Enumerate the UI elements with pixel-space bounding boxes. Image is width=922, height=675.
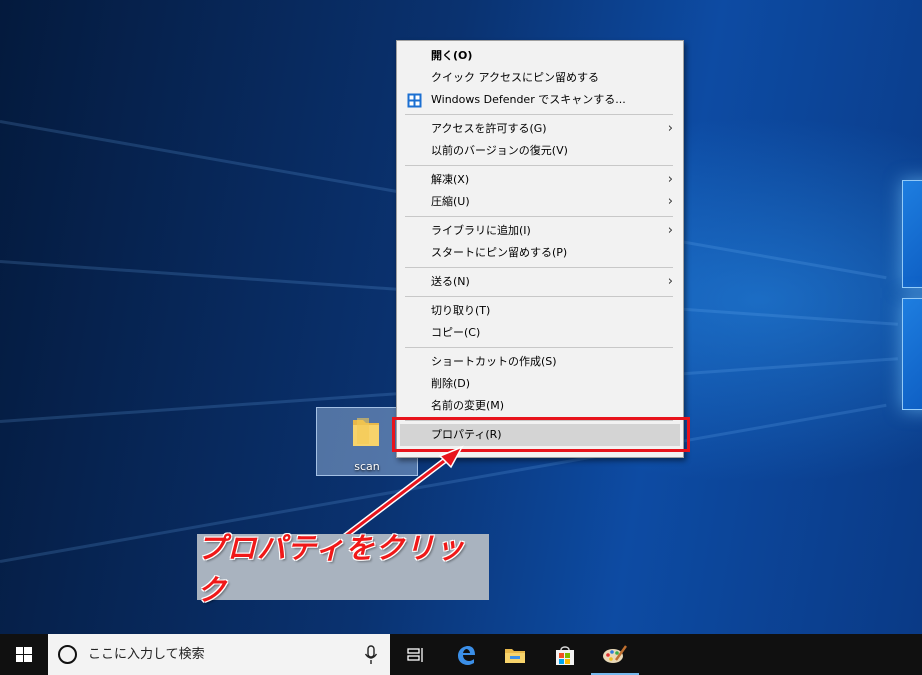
menu-item-label: 送る(N) — [431, 275, 470, 288]
search-placeholder: ここに入力して検索 — [88, 647, 205, 662]
windows-logo-pane — [902, 298, 922, 410]
menu-item[interactable]: 切り取り(T) — [397, 300, 683, 322]
chevron-right-icon: › — [667, 223, 673, 238]
windows-logo-pane — [902, 180, 922, 288]
menu-separator — [405, 216, 673, 217]
menu-item[interactable]: Windows Defender でスキャンする... — [397, 89, 683, 111]
menu-item-label: 圧縮(U) — [431, 195, 470, 208]
paint-icon — [603, 644, 627, 663]
menu-item[interactable]: アクセスを許可する(G) › — [397, 118, 683, 140]
store-icon — [556, 645, 574, 665]
menu-item-label: アクセスを許可する(G) — [431, 122, 547, 135]
menu-item[interactable]: ライブラリに追加(I) › — [397, 220, 683, 242]
callout-text: プロパティをクリック — [197, 531, 466, 607]
menu-item[interactable]: 圧縮(U) › — [397, 191, 683, 213]
edge-icon — [458, 645, 475, 665]
folder-icon — [353, 418, 379, 446]
menu-item-label: 削除(D) — [431, 377, 471, 390]
store-button[interactable] — [541, 634, 589, 675]
menu-separator — [405, 296, 673, 297]
menu-item-label: スタートにピン留めする(P) — [431, 246, 568, 259]
menu-item[interactable]: スタートにピン留めする(P) — [397, 242, 683, 264]
menu-item-label: Windows Defender でスキャンする... — [431, 93, 626, 106]
menu-separator — [405, 267, 673, 268]
menu-item-label: コピー(C) — [431, 326, 481, 339]
task-view-button[interactable] — [392, 634, 440, 675]
task-view-icon — [407, 647, 423, 662]
menu-item-label: ショートカットの作成(S) — [431, 355, 557, 368]
taskbar-search-box[interactable]: ここに入力して検索 — [48, 634, 390, 675]
microphone-icon[interactable] — [364, 645, 378, 665]
windows-defender-icon — [407, 93, 422, 108]
menu-item-label: 開く(O) — [431, 49, 473, 62]
context-menu: 開く(O) クイック アクセスにピン留めする Windows Defender でス… — [396, 40, 684, 458]
menu-item-label: ライブラリに追加(I) — [431, 224, 531, 237]
menu-item[interactable]: クイック アクセスにピン留めする — [397, 67, 683, 89]
menu-item[interactable]: 以前のバージョンの復元(V) — [397, 140, 683, 162]
desktop-icon-label: scan — [354, 460, 380, 473]
start-button[interactable] — [0, 634, 48, 675]
menu-item[interactable]: ショートカットの作成(S) — [397, 351, 683, 373]
highlight-box — [392, 417, 690, 452]
edge-button[interactable] — [442, 634, 490, 675]
paint-button[interactable] — [591, 634, 639, 675]
callout-box: プロパティをクリック — [197, 531, 489, 607]
menu-item[interactable]: 送る(N) › — [397, 271, 683, 293]
file-explorer-icon — [505, 648, 525, 663]
menu-item[interactable]: 開く(O) — [397, 45, 683, 67]
menu-item-label: 切り取り(T) — [431, 304, 491, 317]
chevron-right-icon: › — [667, 194, 673, 209]
menu-item[interactable]: 削除(D) — [397, 373, 683, 395]
chevron-right-icon: › — [667, 274, 673, 289]
menu-item[interactable]: 解凍(X) › — [397, 169, 683, 191]
chevron-right-icon: › — [667, 121, 673, 136]
taskbar: ここに入力して検索 — [0, 634, 922, 675]
windows-start-icon — [16, 647, 32, 662]
menu-separator — [405, 165, 673, 166]
menu-item-label: 解凍(X) — [431, 173, 470, 186]
menu-item-label: クイック アクセスにピン留めする — [431, 71, 599, 84]
menu-separator — [405, 347, 673, 348]
file-explorer-button[interactable] — [491, 634, 539, 675]
menu-item-label: 名前の変更(M) — [431, 399, 505, 412]
menu-item[interactable]: コピー(C) — [397, 322, 683, 344]
menu-item[interactable]: 名前の変更(M) — [397, 395, 683, 417]
cortana-icon — [58, 645, 77, 664]
menu-item-label: 以前のバージョンの復元(V) — [431, 144, 568, 157]
menu-separator — [405, 114, 673, 115]
chevron-right-icon: › — [667, 172, 673, 187]
